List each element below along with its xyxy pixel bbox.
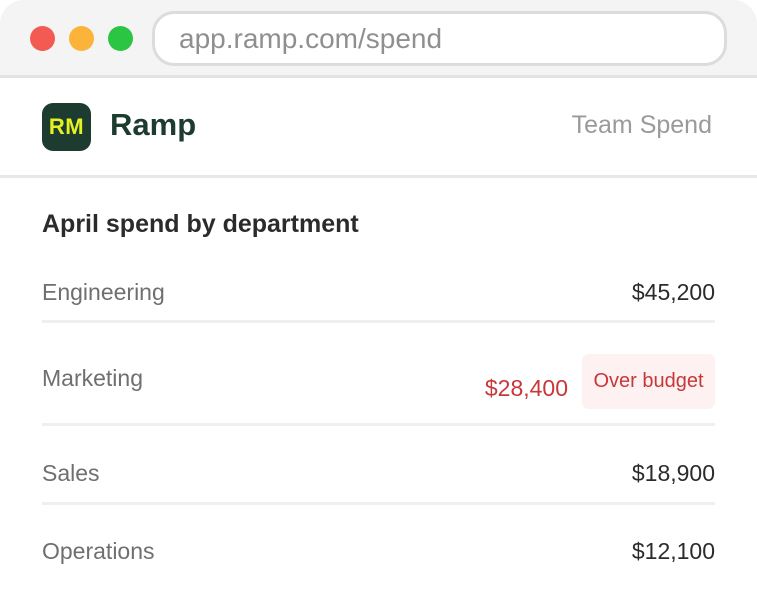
department-name: Marketing <box>42 365 143 391</box>
spend-row-engineering[interactable]: Engineering $45,200 <box>42 279 715 309</box>
app-header: RM Ramp Team Spend <box>0 78 757 178</box>
team-spend-link[interactable]: Team Spend <box>572 111 712 140</box>
over-budget-badge: Over budget <box>582 354 715 409</box>
browser-chrome: app.ramp.com/spend <box>0 0 757 78</box>
department-name: Sales <box>42 460 100 486</box>
spend-amount-over: $28,400 <box>484 375 568 401</box>
spend-amount: $45,200 <box>631 279 715 305</box>
logo-text: RM <box>48 114 85 139</box>
spend-row-sales[interactable]: Sales $18,900 <box>42 460 715 490</box>
row-divider <box>42 423 715 426</box>
minimize-window-button[interactable] <box>69 26 94 51</box>
department-name: Engineering <box>42 279 165 305</box>
address-bar[interactable]: app.ramp.com/spend <box>152 11 727 66</box>
spend-amount: $18,900 <box>631 460 715 486</box>
department-name: Operations <box>42 538 155 564</box>
page-title: April spend by department <box>42 210 359 238</box>
spend-row-marketing[interactable]: Marketing $28,400 Over budget <box>42 354 715 410</box>
browser-window: app.ramp.com/spend RM Ramp Team Spend Ap… <box>0 0 757 611</box>
row-divider <box>42 320 715 323</box>
close-window-button[interactable] <box>30 26 55 51</box>
spend-amount: $12,100 <box>631 538 715 564</box>
row-divider <box>42 502 715 505</box>
url-text: app.ramp.com/spend <box>179 22 443 54</box>
ramp-logo[interactable]: RM <box>42 103 91 151</box>
spend-row-operations[interactable]: Operations $12,100 <box>42 538 715 568</box>
brand-name: Ramp <box>110 107 197 142</box>
maximize-window-button[interactable] <box>108 26 133 51</box>
